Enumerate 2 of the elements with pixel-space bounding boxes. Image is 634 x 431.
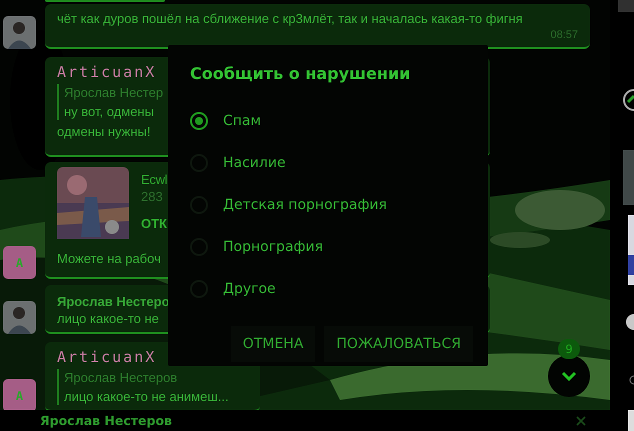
- close-icon: [576, 416, 586, 426]
- reply-author: Ярослав Нестеров: [40, 413, 172, 428]
